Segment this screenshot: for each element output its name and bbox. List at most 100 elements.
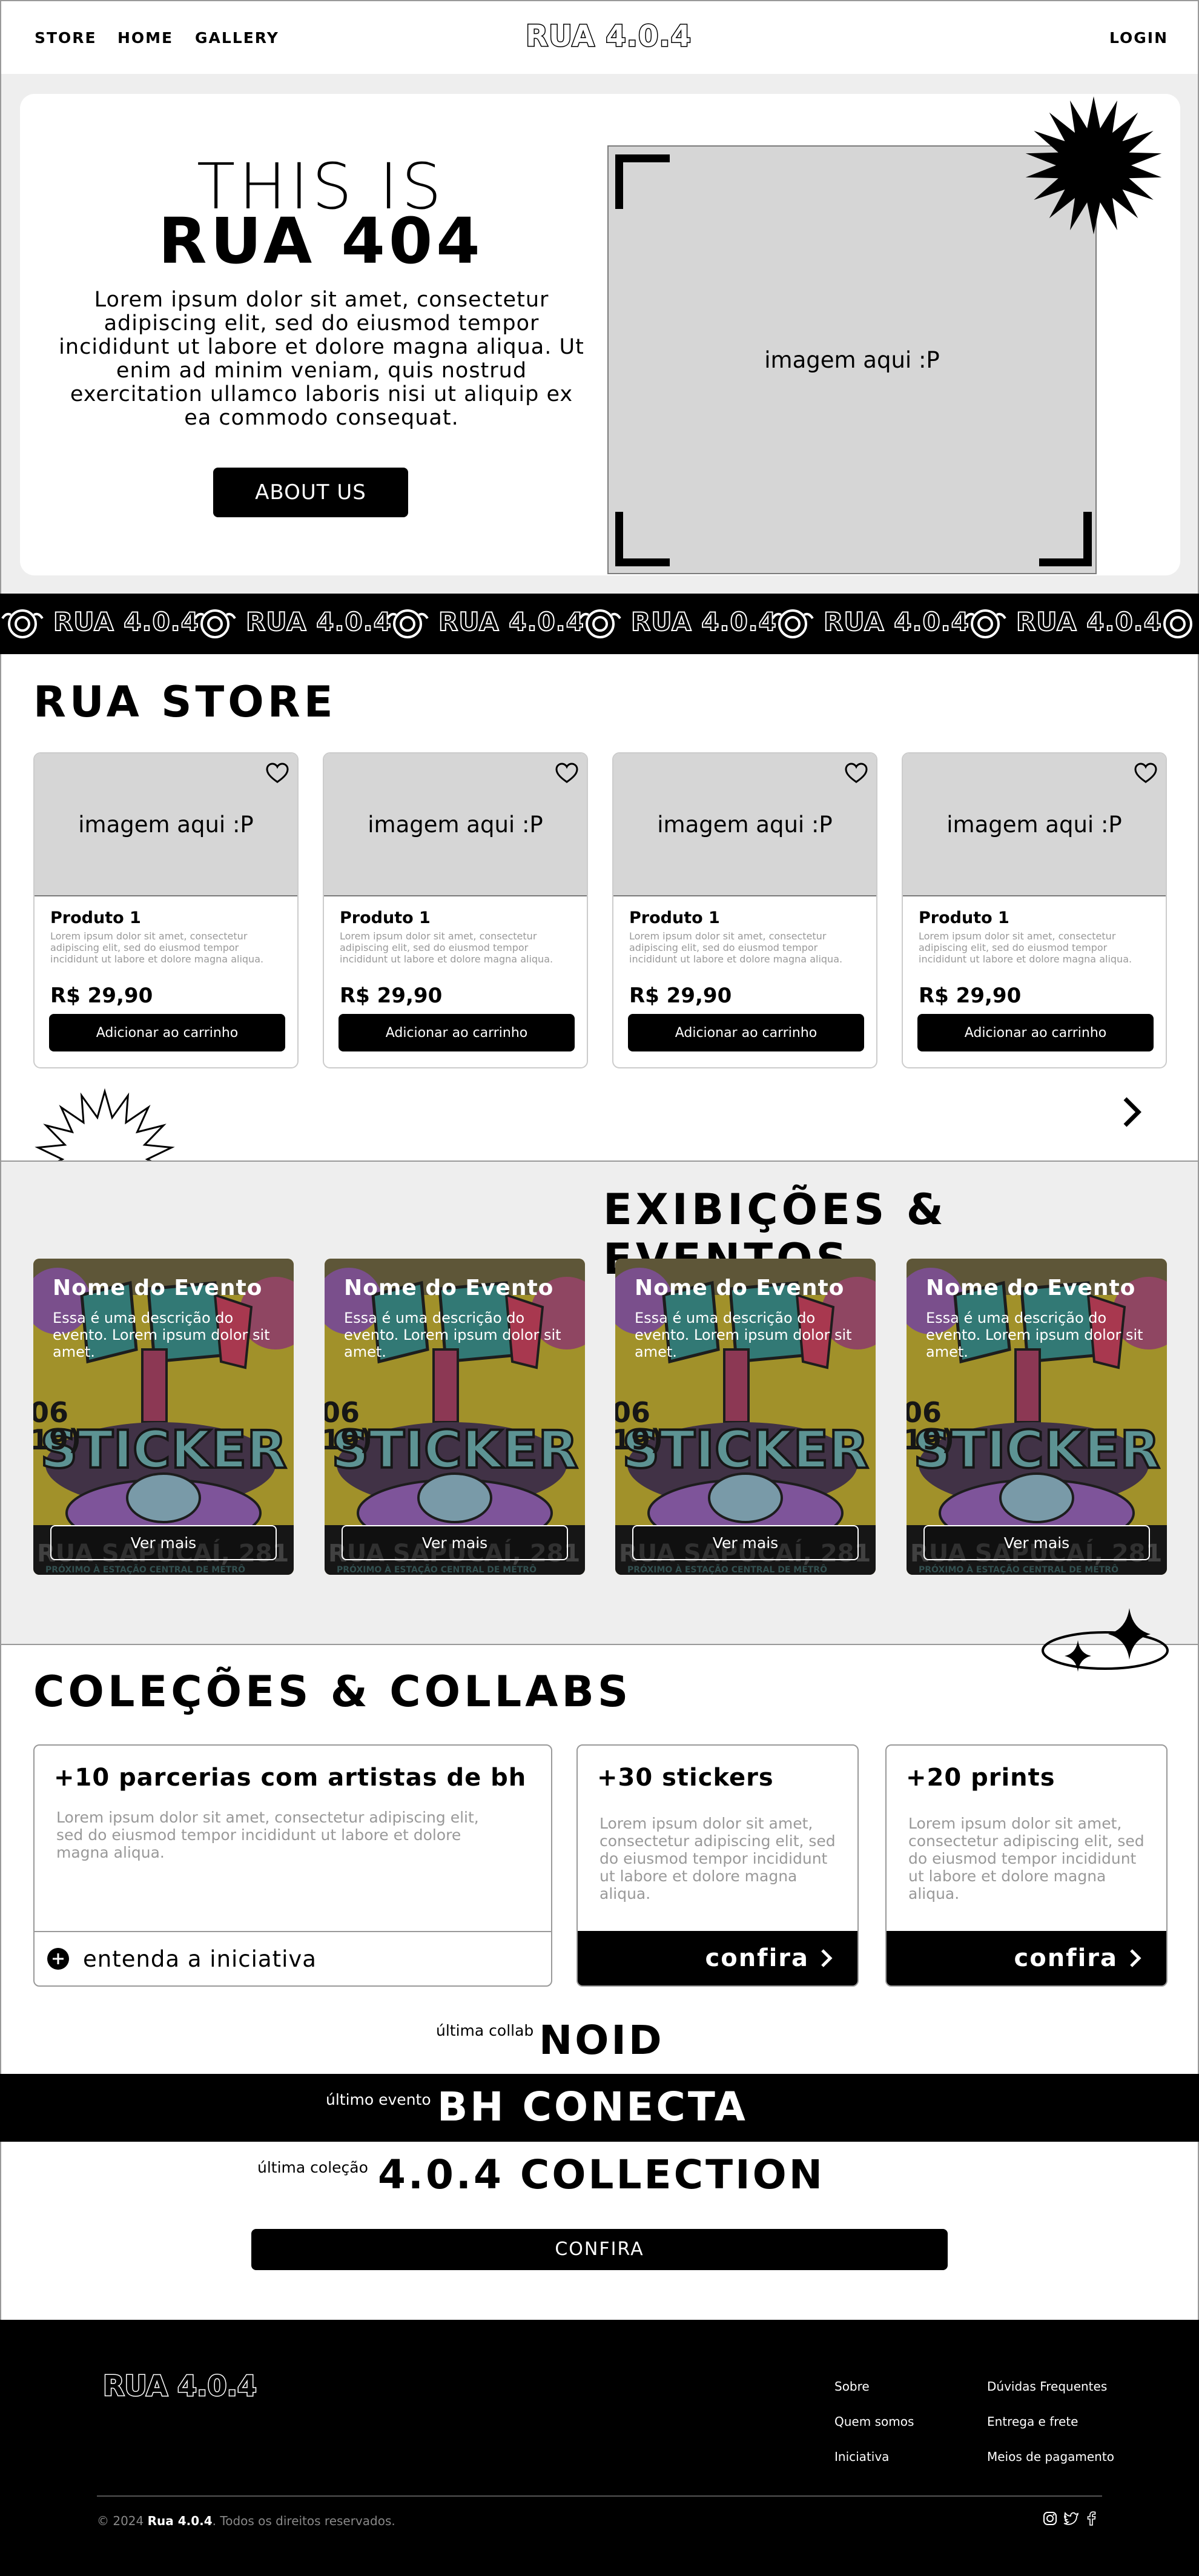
event-card[interactable]: STICKER0619)RUA SAPUCAÍ, 281PRÓXIMO À ES…	[325, 1259, 585, 1575]
add-to-cart-button[interactable]: Adicionar ao carrinho	[917, 1014, 1154, 1051]
heart-icon[interactable]	[1133, 761, 1158, 786]
site-logo[interactable]: RUA 4.0.4	[525, 19, 692, 55]
footer-copyright: © 2024 Rua 4.0.4. Todos os direitos rese…	[97, 2514, 395, 2528]
stickers-confira-button[interactable]: confira	[578, 1931, 857, 1985]
nav-store-link[interactable]: STORE	[35, 29, 97, 47]
confira-label: confira	[1014, 1944, 1118, 1972]
ticker-logo-icon	[1, 609, 44, 638]
see-more-button[interactable]: Ver mais	[923, 1525, 1150, 1560]
latest-collab-label: última collab	[436, 2022, 534, 2039]
ticker-item: RUA 4.0.4	[438, 606, 584, 637]
see-more-button[interactable]: Ver mais	[50, 1525, 277, 1560]
heart-icon[interactable]	[265, 761, 290, 786]
product-image-placeholder: imagem aqui :P	[35, 753, 297, 896]
product-image-placeholder: imagem aqui :P	[613, 753, 876, 896]
collab-card-title: +30 stickers	[597, 1764, 774, 1792]
event-card[interactable]: STICKER0619)RUA SAPUCAÍ, 281PRÓXIMO À ES…	[615, 1259, 876, 1575]
product-card: imagem aqui :P Produto 1 Lorem ipsum dolor…	[902, 752, 1167, 1068]
confira-button[interactable]: CONFIRA	[251, 2229, 948, 2270]
product-image-label: imagem aqui :P	[946, 811, 1122, 838]
ticker-logo-icon	[386, 609, 429, 638]
product-image-label: imagem aqui :P	[78, 811, 254, 838]
product-description: Lorem ipsum dolor sit amet, consectetur …	[340, 930, 553, 965]
understand-initiative-link[interactable]: entenda a iniciativa	[35, 1931, 551, 1985]
chevron-right-icon	[821, 1949, 833, 1967]
facebook-icon[interactable]	[1086, 2511, 1096, 2526]
starburst-black-icon	[1025, 96, 1162, 234]
chevron-right-icon	[1130, 1949, 1141, 1967]
product-card: imagem aqui :P Produto 1 Lorem ipsum dolor…	[33, 752, 299, 1068]
ticker-item: RUA 4.0.4	[53, 606, 199, 637]
latest-collection-name: 4.0.4 COLLECTION	[378, 2151, 825, 2198]
product-description: Lorem ipsum dolor sit amet, consectetur …	[919, 930, 1132, 965]
add-to-cart-button[interactable]: Adicionar ao carrinho	[339, 1014, 575, 1051]
collab-card-text: Lorem ipsum dolor sit amet, consectetur …	[56, 1809, 479, 1861]
ticker-item: RUA 4.0.4	[1016, 606, 1162, 637]
confira-label: confira	[705, 1944, 809, 1972]
heart-icon[interactable]	[554, 761, 580, 786]
event-card[interactable]: STICKER0619)RUA SAPUCAÍ, 281PRÓXIMO À ES…	[907, 1259, 1167, 1575]
sparkle-orbit-icon	[1042, 1608, 1169, 1672]
event-name: Nome do Evento	[344, 1276, 554, 1300]
see-more-button[interactable]: Ver mais	[632, 1525, 859, 1560]
latest-collection-label: última coleção	[257, 2159, 368, 2176]
add-to-cart-button[interactable]: Adicionar ao carrinho	[49, 1014, 285, 1051]
product-price: R$ 29,90	[340, 984, 443, 1008]
prints-confira-button[interactable]: confira	[887, 1931, 1166, 1985]
product-name: Produto 1	[50, 909, 141, 927]
footer-link-iniciativa[interactable]: Iniciativa	[834, 2449, 889, 2464]
instagram-icon[interactable]	[1043, 2511, 1057, 2526]
product-image-placeholder: imagem aqui :P	[324, 753, 587, 896]
ticker-logo-icon	[194, 609, 236, 638]
see-more-button[interactable]: Ver mais	[342, 1525, 568, 1560]
product-image-label: imagem aqui :P	[368, 811, 543, 838]
product-image-label: imagem aqui :P	[657, 811, 833, 838]
carousel-next-icon[interactable]	[1121, 1095, 1142, 1129]
footer-link-pagamento[interactable]: Meios de pagamento	[987, 2449, 1114, 2464]
brand-ticker: RUA 4.0.4 RUA 4.0.4 RUA 4.0.4 RUA 4.0.4 RUA …	[0, 594, 1199, 654]
hero-title-line2: RUA 404	[158, 204, 484, 278]
about-us-button[interactable]: ABOUT US	[213, 468, 408, 517]
footer-link-quem-somos[interactable]: Quem somos	[834, 2414, 914, 2429]
ticker-item: RUA 4.0.4	[245, 606, 392, 637]
nav-home-link[interactable]: HOME	[117, 29, 173, 47]
twitter-icon[interactable]	[1063, 2511, 1079, 2526]
latest-event-name: BH CONECTA	[437, 2084, 748, 2130]
collections-title: COLEÇÕES & COLLABS	[33, 1667, 632, 1717]
ticker-logo-icon	[579, 609, 621, 638]
product-card: imagem aqui :P Produto 1 Lorem ipsum dolor…	[612, 752, 877, 1068]
ticker-logo-icon	[771, 609, 814, 638]
ticker-item: RUA 4.0.4	[823, 606, 969, 637]
ticker-logo-icon	[964, 609, 1006, 638]
event-name: Nome do Evento	[635, 1276, 845, 1300]
collab-card-text: Lorem ipsum dolor sit amet, consectetur …	[908, 1815, 1144, 1902]
store-title: RUA STORE	[33, 677, 337, 727]
collab-card-text: Lorem ipsum dolor sit amet, consectetur …	[600, 1815, 836, 1902]
collab-card-prints: +20 prints Lorem ipsum dolor sit amet, c…	[885, 1744, 1168, 1987]
nav-gallery-link[interactable]: GALLERY	[195, 29, 279, 47]
footer-link-entrega[interactable]: Entrega e frete	[987, 2414, 1078, 2429]
product-price: R$ 29,90	[629, 984, 732, 1008]
top-navbar: STORE HOME GALLERY RUA 4.0.4 LOGIN	[0, 0, 1199, 74]
add-to-cart-button[interactable]: Adicionar ao carrinho	[628, 1014, 864, 1051]
latest-event-label: último evento	[326, 2091, 431, 2108]
nav-login-link[interactable]: LOGIN	[1109, 29, 1168, 47]
copyright-prefix: © 2024	[97, 2514, 144, 2528]
hero-description: Lorem ipsum dolor sit amet, consectetur …	[59, 288, 584, 430]
event-card[interactable]: STICKER0619)RUA SAPUCAÍ, 281PRÓXIMO À ES…	[33, 1259, 294, 1575]
product-card: imagem aqui :P Produto 1 Lorem ipsum dolor…	[323, 752, 588, 1068]
copyright-brand: Rua 4.0.4	[147, 2514, 213, 2528]
collab-card-title: +10 parcerias com artistas de bh	[54, 1764, 527, 1792]
product-name: Produto 1	[919, 909, 1009, 927]
heart-icon[interactable]	[844, 761, 869, 786]
footer-link-sobre[interactable]: Sobre	[834, 2379, 870, 2394]
copyright-suffix: . Todos os direitos reservados.	[212, 2514, 395, 2528]
collab-card-stickers: +30 stickers Lorem ipsum dolor sit amet,…	[576, 1744, 859, 1987]
ticker-logo-icon	[1163, 609, 1192, 638]
latest-collab-name: NOID	[539, 2017, 664, 2064]
collab-card-artists: +10 parcerias com artistas de bh Lorem i…	[33, 1744, 552, 1987]
plus-circle-icon	[47, 1948, 69, 1970]
footer-link-duvidas[interactable]: Dúvidas Frequentes	[987, 2379, 1107, 2394]
footer-logo[interactable]: RUA 4.0.4	[102, 2369, 258, 2403]
collab-card-title: +20 prints	[906, 1764, 1055, 1792]
